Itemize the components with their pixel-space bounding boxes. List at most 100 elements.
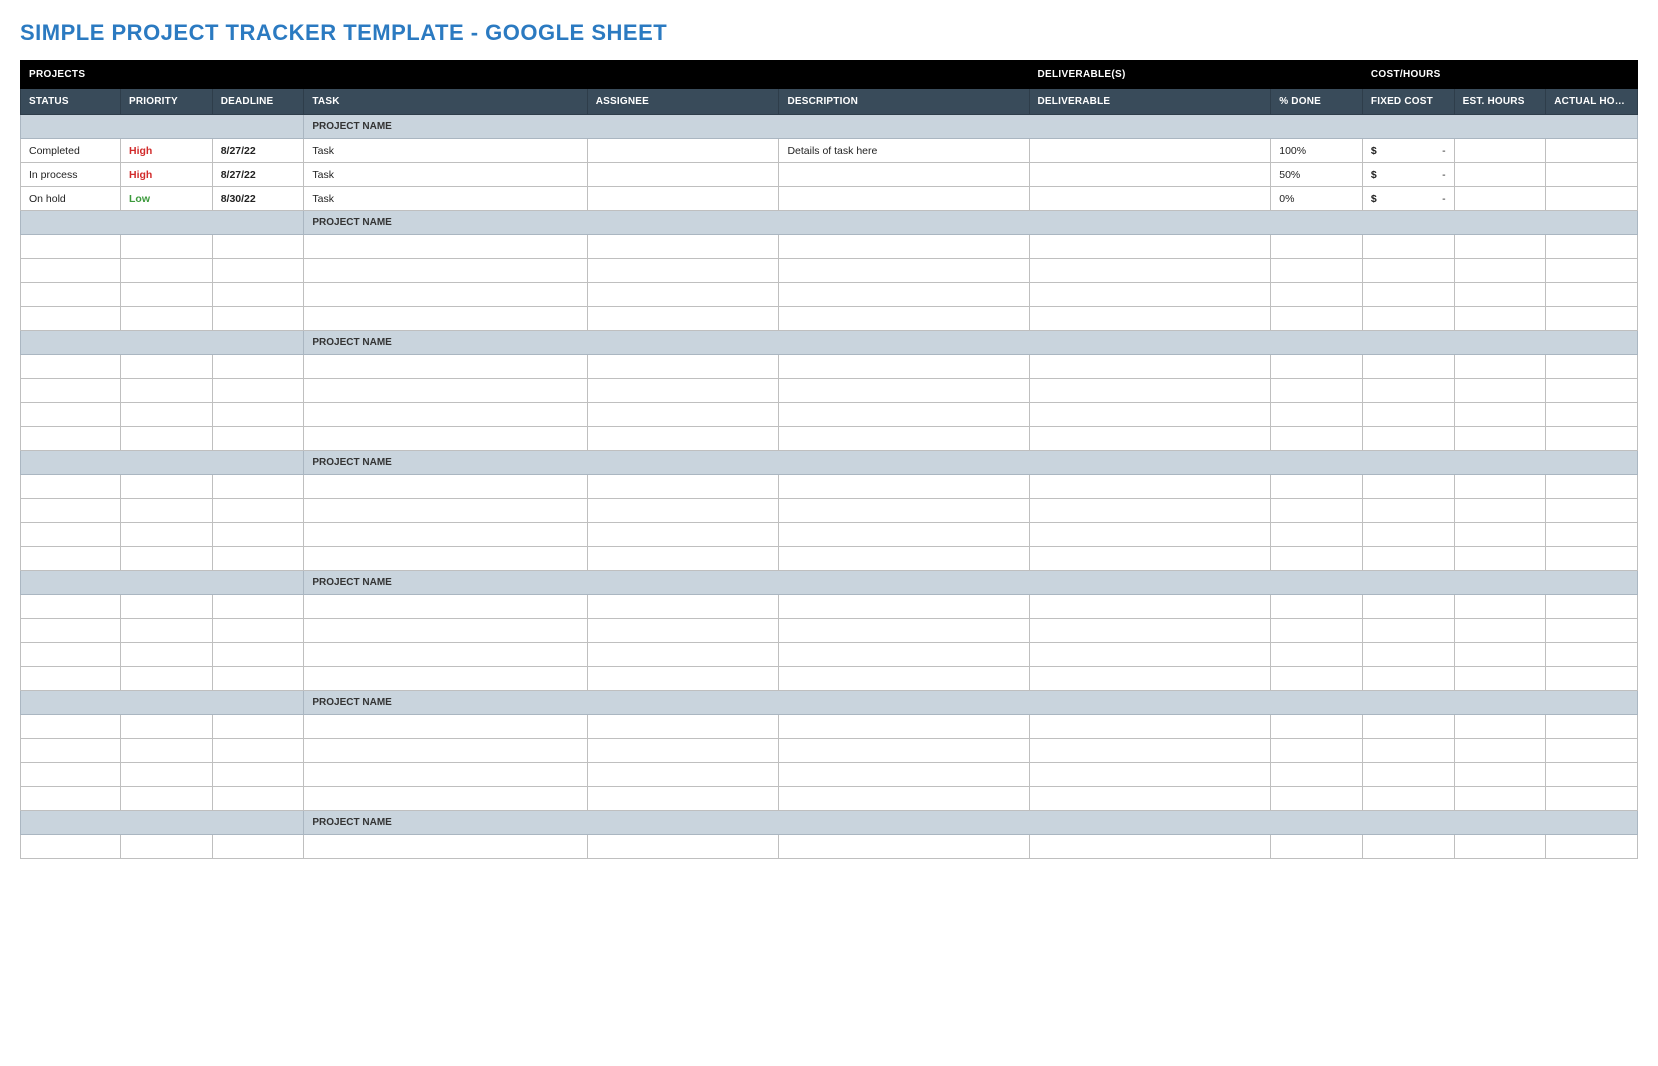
cell-deliverable[interactable] — [1030, 842, 1271, 852]
cell-deadline[interactable] — [213, 242, 304, 252]
cell-actual-hours[interactable] — [1546, 146, 1637, 156]
cell-status[interactable] — [21, 410, 120, 420]
cell-task[interactable] — [304, 650, 586, 660]
cell-est-hours[interactable] — [1455, 794, 1546, 804]
cell-description[interactable]: Details of task here — [779, 140, 1028, 162]
cell-description[interactable] — [779, 434, 1028, 444]
cell-percent-done[interactable]: 0% — [1271, 188, 1362, 210]
cell-percent-done[interactable] — [1271, 602, 1362, 612]
cell-deliverable[interactable] — [1030, 794, 1271, 804]
cell-deadline[interactable] — [213, 602, 304, 612]
cell-fixed-cost[interactable] — [1363, 842, 1454, 852]
cell-deliverable[interactable] — [1030, 626, 1271, 636]
cell-fixed-cost[interactable] — [1363, 794, 1454, 804]
cell-fixed-cost[interactable] — [1363, 722, 1454, 732]
cell-priority[interactable] — [121, 266, 212, 276]
cell-assignee[interactable] — [588, 482, 779, 492]
cell-fixed-cost[interactable] — [1363, 362, 1454, 372]
cell-status[interactable] — [21, 530, 120, 540]
cell-est-hours[interactable] — [1455, 530, 1546, 540]
cell-fixed-cost[interactable] — [1363, 386, 1454, 396]
cell-priority[interactable]: High — [121, 164, 212, 186]
cell-assignee[interactable] — [588, 674, 779, 684]
cell-deliverable[interactable] — [1030, 602, 1271, 612]
cell-fixed-cost[interactable] — [1363, 674, 1454, 684]
cell-deadline[interactable] — [213, 722, 304, 732]
cell-priority[interactable] — [121, 770, 212, 780]
cell-task[interactable] — [304, 314, 586, 324]
cell-status[interactable] — [21, 482, 120, 492]
cell-description[interactable] — [779, 722, 1028, 732]
cell-description[interactable] — [779, 170, 1028, 180]
cell-deadline[interactable] — [213, 626, 304, 636]
cell-deliverable[interactable] — [1030, 170, 1271, 180]
cell-deadline[interactable] — [213, 290, 304, 300]
cell-status[interactable]: In process — [21, 164, 120, 186]
cell-est-hours[interactable] — [1455, 746, 1546, 756]
cell-deadline[interactable] — [213, 362, 304, 372]
cell-status[interactable] — [21, 770, 120, 780]
cell-description[interactable] — [779, 530, 1028, 540]
cell-assignee[interactable] — [588, 146, 779, 156]
cell-percent-done[interactable] — [1271, 362, 1362, 372]
cell-status[interactable] — [21, 650, 120, 660]
cell-percent-done[interactable] — [1271, 746, 1362, 756]
cell-percent-done[interactable] — [1271, 650, 1362, 660]
cell-fixed-cost[interactable] — [1363, 554, 1454, 564]
cell-task[interactable]: Task — [304, 188, 586, 210]
cell-deadline[interactable] — [213, 770, 304, 780]
cell-fixed-cost[interactable] — [1363, 482, 1454, 492]
cell-deadline[interactable]: 8/30/22 — [213, 188, 304, 210]
cell-assignee[interactable] — [588, 794, 779, 804]
project-name-label[interactable]: PROJECT NAME — [304, 332, 1637, 353]
cell-percent-done[interactable] — [1271, 770, 1362, 780]
cell-actual-hours[interactable] — [1546, 650, 1637, 660]
cell-priority[interactable] — [121, 314, 212, 324]
cell-est-hours[interactable] — [1455, 842, 1546, 852]
cell-fixed-cost[interactable] — [1363, 770, 1454, 780]
cell-status[interactable] — [21, 602, 120, 612]
cell-deadline[interactable] — [213, 386, 304, 396]
cell-est-hours[interactable] — [1455, 554, 1546, 564]
cell-assignee[interactable] — [588, 242, 779, 252]
cell-deliverable[interactable] — [1030, 770, 1271, 780]
cell-deadline[interactable]: 8/27/22 — [213, 164, 304, 186]
cell-status[interactable] — [21, 290, 120, 300]
cell-priority[interactable] — [121, 722, 212, 732]
cell-assignee[interactable] — [588, 554, 779, 564]
cell-deliverable[interactable] — [1030, 434, 1271, 444]
cell-assignee[interactable] — [588, 746, 779, 756]
cell-percent-done[interactable]: 100% — [1271, 140, 1362, 162]
cell-description[interactable] — [779, 290, 1028, 300]
cell-assignee[interactable] — [588, 770, 779, 780]
cell-assignee[interactable] — [588, 506, 779, 516]
cell-assignee[interactable] — [588, 626, 779, 636]
cell-deliverable[interactable] — [1030, 146, 1271, 156]
cell-fixed-cost[interactable]: $- — [1363, 188, 1454, 210]
cell-percent-done[interactable] — [1271, 626, 1362, 636]
cell-deliverable[interactable] — [1030, 530, 1271, 540]
cell-actual-hours[interactable] — [1546, 794, 1637, 804]
cell-deliverable[interactable] — [1030, 506, 1271, 516]
cell-task[interactable]: Task — [304, 140, 586, 162]
cell-est-hours[interactable] — [1455, 722, 1546, 732]
cell-fixed-cost[interactable] — [1363, 530, 1454, 540]
cell-assignee[interactable] — [588, 386, 779, 396]
cell-percent-done[interactable] — [1271, 722, 1362, 732]
cell-task[interactable]: Task — [304, 164, 586, 186]
cell-deadline[interactable] — [213, 746, 304, 756]
cell-assignee[interactable] — [588, 290, 779, 300]
cell-priority[interactable] — [121, 626, 212, 636]
cell-assignee[interactable] — [588, 434, 779, 444]
cell-description[interactable] — [779, 314, 1028, 324]
cell-fixed-cost[interactable] — [1363, 506, 1454, 516]
cell-deadline[interactable] — [213, 674, 304, 684]
cell-priority[interactable] — [121, 794, 212, 804]
cell-deliverable[interactable] — [1030, 266, 1271, 276]
cell-description[interactable] — [779, 650, 1028, 660]
cell-est-hours[interactable] — [1455, 314, 1546, 324]
cell-est-hours[interactable] — [1455, 482, 1546, 492]
cell-est-hours[interactable] — [1455, 602, 1546, 612]
cell-deadline[interactable] — [213, 434, 304, 444]
project-name-label[interactable]: PROJECT NAME — [304, 812, 1637, 833]
